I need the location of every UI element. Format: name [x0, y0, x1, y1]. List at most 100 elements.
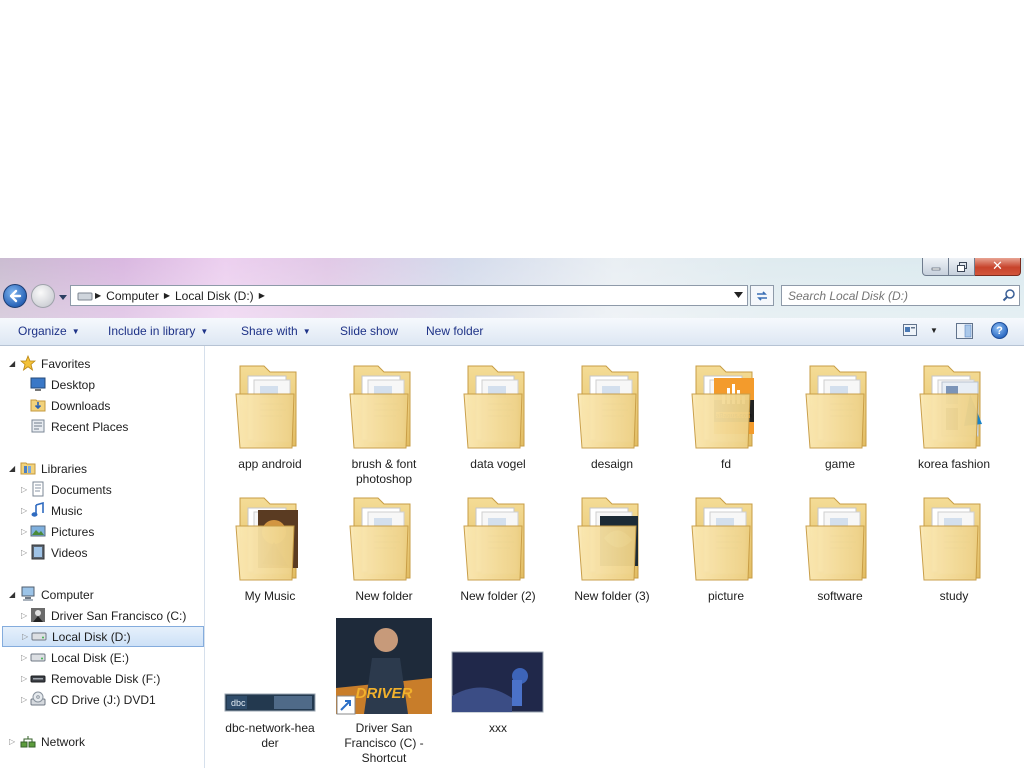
nav-videos[interactable]: ▷ Videos: [0, 542, 204, 563]
expand-arrow-icon[interactable]: ▷: [21, 527, 27, 536]
search-icon[interactable]: [1002, 288, 1016, 302]
expand-arrow-icon[interactable]: ▷: [9, 737, 15, 746]
close-button[interactable]: ✕: [975, 258, 1021, 276]
nav-pictures-label: Pictures: [51, 524, 95, 539]
nav-drive-d[interactable]: ▷ Local Disk (D:): [2, 626, 204, 647]
breadcrumb-separator-icon[interactable]: ▶: [259, 291, 265, 300]
command-bar: Organize ▼ Include in library ▼ Share with…: [0, 318, 1024, 346]
folder-thumbnail: jaBagus.com: [670, 354, 782, 454]
downloads-folder-icon: [30, 399, 46, 412]
file-thumbnail: DRIVER: [328, 618, 440, 718]
collapse-arrow-icon[interactable]: ◢: [9, 359, 15, 368]
address-dropdown-icon[interactable]: [734, 292, 743, 298]
help-icon: ?: [996, 324, 1003, 337]
nav-drive-f-label: Removable Disk (F:): [51, 671, 161, 686]
address-bar[interactable]: ▶ Computer ▶ Local Disk (D:) ▶: [70, 285, 748, 306]
removable-disk-icon: [30, 675, 46, 683]
nav-documents[interactable]: ▷ Documents: [0, 479, 204, 500]
search-box[interactable]: [781, 285, 1020, 306]
folder-icon: [577, 497, 639, 581]
desktop-icon: [30, 377, 46, 391]
chevron-down-icon: ▼: [302, 327, 311, 336]
folder-thumbnail: [784, 486, 896, 586]
breadcrumb-local-disk-d[interactable]: Local Disk (D:): [170, 289, 259, 303]
chevron-down-icon: ▼: [71, 327, 80, 336]
back-button[interactable]: [3, 284, 27, 308]
item-label: dbc-network-header: [225, 721, 315, 750]
nav-drive-j[interactable]: ▷ CD Drive (J:) DVD1: [0, 689, 204, 710]
item-label: fd: [720, 457, 731, 471]
organize-button[interactable]: Organize ▼: [18, 324, 80, 338]
item-label: brush & font photoshop: [351, 457, 417, 486]
expand-arrow-icon[interactable]: ▷: [21, 485, 27, 494]
pictures-icon: [30, 525, 46, 537]
nav-network[interactable]: ▷ Network: [0, 731, 204, 752]
folder-icon: [919, 497, 981, 581]
svg-text:DRIVER: DRIVER: [356, 685, 413, 702]
folder-thumbnail: [214, 486, 326, 586]
folder-icon: [463, 365, 525, 449]
expand-arrow-icon[interactable]: ▷: [21, 674, 27, 683]
explorer-window: ✕ ▶ Computer ▶ Local Disk (D:) ▶ Organ: [0, 258, 1024, 768]
nav-pictures[interactable]: ▷ Pictures: [0, 521, 204, 542]
nav-drive-c[interactable]: ▷ Driver San Francisco (C:): [0, 605, 204, 626]
item-label: software: [817, 589, 863, 603]
nav-desktop[interactable]: Desktop: [0, 374, 204, 395]
folder-icon: [805, 365, 867, 449]
recent-places-icon: [31, 419, 45, 433]
folder-thumbnail: [328, 486, 440, 586]
folder-thumbnail: [784, 354, 896, 454]
folder-icon: [463, 497, 525, 581]
computer-icon: [77, 292, 93, 300]
expand-arrow-icon[interactable]: ▷: [21, 548, 27, 557]
preview-pane-icon[interactable]: [956, 323, 973, 339]
nav-computer[interactable]: ◢ Computer: [0, 584, 204, 605]
folder-icon: [235, 497, 298, 581]
nav-downloads[interactable]: Downloads: [0, 395, 204, 416]
nav-drive-c-label: Driver San Francisco (C:): [51, 608, 187, 623]
search-input[interactable]: [788, 288, 988, 303]
nav-favorites[interactable]: ◢ Favorites: [0, 353, 204, 374]
expand-arrow-icon[interactable]: ▷: [21, 611, 27, 620]
nav-music[interactable]: ▷ Music: [0, 500, 204, 521]
nav-drive-d-label: Local Disk (D:): [52, 629, 131, 644]
help-button[interactable]: ?: [991, 322, 1008, 339]
nav-computer-label: Computer: [41, 587, 94, 602]
title-bar[interactable]: ✕ ▶ Computer ▶ Local Disk (D:) ▶: [0, 258, 1024, 318]
change-view-button[interactable]: ▼: [903, 324, 938, 336]
item-label: New folder (2): [460, 589, 536, 603]
share-with-button[interactable]: Share with ▼: [241, 324, 311, 338]
restore-icon: [956, 261, 967, 272]
restore-button[interactable]: [949, 258, 975, 276]
nav-drive-e[interactable]: ▷ Local Disk (E:): [0, 647, 204, 668]
nav-drive-f[interactable]: ▷ Removable Disk (F:): [0, 668, 204, 689]
nav-libraries[interactable]: ◢ Libraries: [0, 458, 204, 479]
nav-documents-label: Documents: [51, 482, 112, 497]
expand-arrow-icon[interactable]: ▷: [21, 695, 27, 704]
nav-recent-places[interactable]: Recent Places: [0, 416, 204, 437]
folder-icon: [919, 365, 982, 449]
forward-button[interactable]: [31, 284, 55, 308]
item-label: New folder (3): [574, 589, 650, 603]
expand-arrow-icon[interactable]: ▷: [21, 506, 27, 515]
drive-c-icon: [31, 608, 45, 622]
expand-arrow-icon[interactable]: ▷: [22, 632, 28, 641]
slide-show-button[interactable]: Slide show: [340, 324, 398, 338]
recent-pages-button[interactable]: [58, 292, 68, 302]
breadcrumb-computer[interactable]: Computer: [101, 289, 164, 303]
item-label: data vogel: [470, 457, 526, 471]
new-folder-button[interactable]: New folder: [426, 324, 483, 338]
expand-arrow-icon[interactable]: ▷: [21, 653, 27, 662]
refresh-button[interactable]: [750, 285, 774, 306]
collapse-arrow-icon[interactable]: ◢: [9, 464, 15, 473]
close-icon: ✕: [992, 259, 1003, 274]
minimize-button[interactable]: [922, 258, 949, 276]
organize-label: Organize: [18, 324, 67, 338]
folder-icon: [691, 497, 753, 581]
collapse-arrow-icon[interactable]: ◢: [9, 590, 15, 599]
folder-icon: [349, 365, 411, 449]
cd-drive-icon: [30, 691, 46, 706]
documents-icon: [32, 481, 44, 497]
include-in-library-button[interactable]: Include in library ▼: [108, 324, 208, 338]
chevron-down-icon: ▼: [200, 327, 209, 336]
